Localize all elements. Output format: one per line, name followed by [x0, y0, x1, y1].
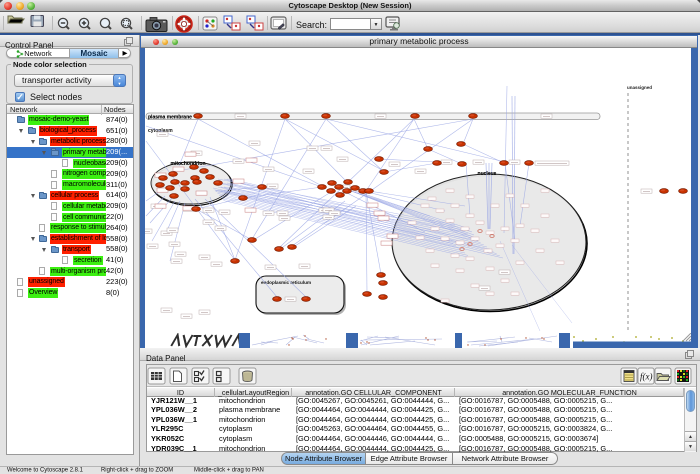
svg-text:f(x): f(x) — [640, 372, 653, 382]
svg-text:nucleus: nucleus — [478, 171, 497, 177]
svg-text:unassigned: unassigned — [627, 85, 652, 90]
svg-text:plasma membrane: plasma membrane — [148, 115, 192, 121]
svg-text:mitochondrion: mitochondrion — [171, 161, 206, 167]
svg-text:endoplasmic reticulum: endoplasmic reticulum — [261, 280, 311, 285]
